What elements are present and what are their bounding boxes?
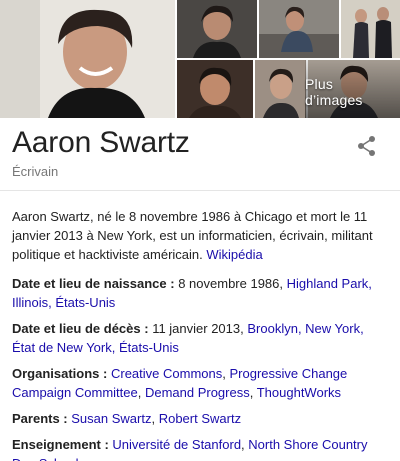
entity-title: Aaron Swartz bbox=[12, 126, 190, 159]
fact-link[interactable]: Demand Progress bbox=[145, 385, 250, 400]
fact-death: Date et lieu de décès : 11 janvier 2013,… bbox=[12, 319, 390, 357]
fact-link[interactable]: Susan Swartz bbox=[71, 411, 151, 426]
fact-label: Date et lieu de décès : bbox=[12, 321, 149, 336]
source-link[interactable]: Wikipédia bbox=[206, 247, 262, 262]
share-icon bbox=[358, 136, 375, 156]
share-button[interactable] bbox=[356, 134, 378, 158]
photo-thumb[interactable] bbox=[259, 0, 339, 58]
fact-value: 11 janvier 2013, bbox=[152, 321, 244, 336]
photo-thumb[interactable] bbox=[177, 60, 253, 118]
entity-header: Aaron Swartz Écrivain bbox=[0, 118, 400, 191]
fact-link[interactable]: Creative Commons bbox=[111, 366, 222, 381]
photo-thumb[interactable] bbox=[341, 0, 400, 58]
image-strip: Plus d’images bbox=[0, 0, 400, 118]
fact-label: Organisations : bbox=[12, 366, 108, 381]
entity-description: Aaron Swartz, né le 8 novembre 1986 à Ch… bbox=[12, 207, 390, 264]
description-text: Aaron Swartz, né le 8 novembre 1986 à Ch… bbox=[12, 209, 373, 262]
fact-parents: Parents : Susan Swartz, Robert Swartz bbox=[12, 411, 242, 426]
fact-value: 8 novembre 1986, bbox=[178, 276, 283, 291]
more-images-button[interactable]: Plus d’images bbox=[305, 60, 400, 118]
fact-organisations: Organisations : Creative Commons, Progre… bbox=[12, 366, 348, 400]
fact-education: Enseignement : Université de Stanford, N… bbox=[12, 435, 390, 461]
knowledge-panel-body: Aaron Swartz, né le 8 novembre 1986 à Ch… bbox=[12, 207, 390, 461]
fact-link[interactable]: Université de Stanford bbox=[112, 437, 241, 452]
entity-subtitle: Écrivain bbox=[12, 164, 59, 179]
fact-label: Enseignement : bbox=[12, 437, 109, 452]
more-images-label: Plus d’images bbox=[305, 76, 363, 108]
photo-thumb[interactable] bbox=[255, 60, 306, 118]
fact-link[interactable]: Robert Swartz bbox=[159, 411, 241, 426]
fact-link[interactable]: ThoughtWorks bbox=[257, 385, 341, 400]
fact-birth: Date et lieu de naissance : 8 novembre 1… bbox=[12, 274, 390, 312]
fact-label: Parents : bbox=[12, 411, 68, 426]
fact-label: Date et lieu de naissance : bbox=[12, 276, 175, 291]
main-photo[interactable] bbox=[0, 0, 175, 118]
photo-thumb[interactable] bbox=[177, 0, 257, 58]
